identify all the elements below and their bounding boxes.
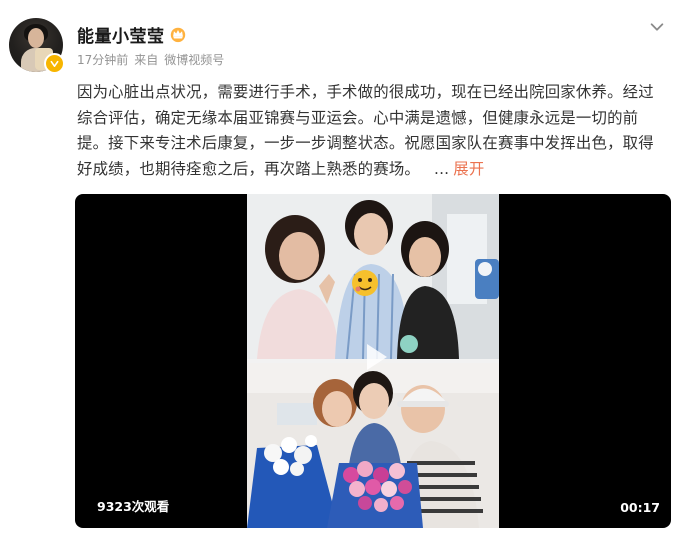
video-duration: 00:17: [620, 500, 660, 515]
video-player[interactable]: 9323次观看 00:17: [75, 194, 671, 528]
post-source: 微博视频号: [164, 53, 225, 67]
verified-badge-icon: [44, 53, 65, 74]
post-body: 因为心脏出点状况，需要进行手术，手术做的很成功，现在已经出院回家休养。经过综合评…: [77, 83, 654, 178]
post-meta: 17分钟前 来自 微博视频号: [77, 51, 224, 68]
expand-link[interactable]: 展开: [453, 160, 484, 178]
post-time[interactable]: 17分钟前: [77, 51, 128, 68]
post-text: 因为心脏出点状况，需要进行手术，手术做的很成功，现在已经出院回家休养。经过综合评…: [77, 80, 662, 182]
video-thumbnail-bottom: [247, 363, 499, 528]
weibo-post: 能量小莹莹 17分钟前 来自 微博视频号 因为心脏出点状况，需要进行手术，手术做…: [0, 0, 682, 536]
video-thumbnail-top: [247, 194, 499, 359]
view-count: 9323次观看: [97, 499, 170, 514]
play-icon[interactable]: [357, 339, 393, 375]
source-prefix: 来自: [134, 53, 159, 67]
crown-icon: [170, 27, 185, 43]
ellipsis: ...: [434, 159, 450, 178]
chevron-down-icon[interactable]: [648, 18, 666, 36]
avatar[interactable]: [9, 18, 65, 74]
author-row: 能量小莹莹: [77, 22, 187, 47]
username[interactable]: 能量小莹莹: [77, 22, 165, 47]
